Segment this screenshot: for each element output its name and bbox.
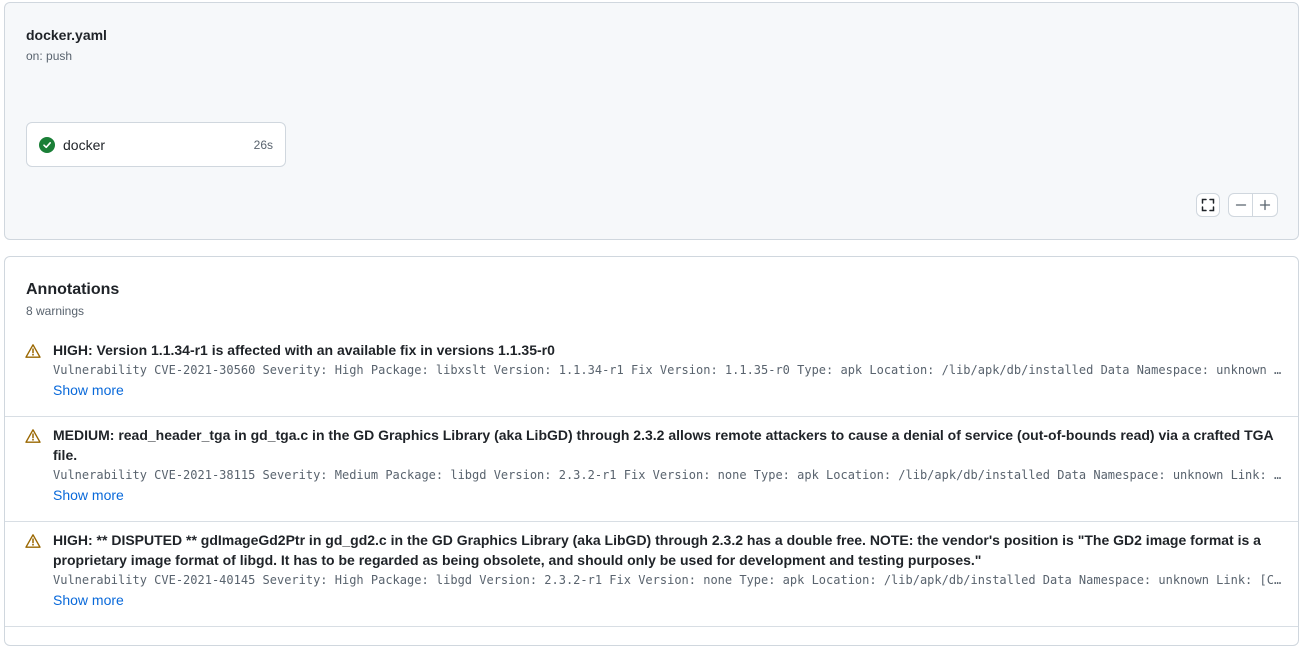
annotation-message: HIGH: ** DISPUTED ** gdImageGd2Ptr in gd… <box>53 532 1261 568</box>
annotation-detail: Vulnerability CVE-2021-40145 Severity: H… <box>53 573 1283 587</box>
show-more-link[interactable]: Show more <box>53 590 124 610</box>
job-card-docker[interactable]: docker 26s <box>26 122 286 167</box>
minus-icon <box>1235 204 1246 206</box>
workflow-graph-panel: docker.yaml on: push docker 26s <box>4 2 1299 240</box>
annotations-count: 8 warnings <box>26 304 85 318</box>
plus-icon <box>1259 199 1271 211</box>
annotation-detail: Vulnerability CVE-2021-30560 Severity: H… <box>53 363 1283 377</box>
annotations-header: Annotations 8 warnings <box>26 281 119 318</box>
show-more-link[interactable]: Show more <box>53 380 124 400</box>
annotation-message: HIGH: Version 1.1.34-r1 is affected with… <box>53 342 555 358</box>
show-more-link[interactable]: Show more <box>53 485 124 505</box>
annotation-item: MEDIUM: read_header_tga in gd_tga.c in t… <box>5 416 1298 521</box>
annotation-message: MEDIUM: read_header_tga in gd_tga.c in t… <box>53 427 1274 463</box>
alert-triangle-icon <box>25 534 41 548</box>
alert-triangle-icon <box>25 344 41 358</box>
workflow-trigger: on: push <box>26 49 73 63</box>
alert-triangle-icon <box>25 429 41 443</box>
zoom-out-button[interactable] <box>1228 193 1253 217</box>
annotation-item: HIGH: Version 1.1.34-r1 is affected with… <box>5 332 1298 417</box>
workflow-file-name[interactable]: docker.yaml <box>26 27 107 43</box>
annotations-panel: Annotations 8 warnings HIGH: Version 1.1… <box>4 256 1299 646</box>
job-duration: 26s <box>253 137 273 152</box>
fullscreen-icon <box>1201 198 1215 212</box>
annotation-detail: Vulnerability CVE-2021-38115 Severity: M… <box>53 468 1283 482</box>
annotations-title: Annotations <box>26 281 120 298</box>
graph-zoom-controls <box>1196 193 1278 217</box>
check-circle-icon <box>39 136 55 153</box>
annotation-item: HIGH: ** DISPUTED ** gdImageGd2Ptr in gd… <box>5 521 1298 631</box>
annotation-divider <box>5 626 1298 627</box>
fullscreen-button[interactable] <box>1196 193 1220 217</box>
job-name: docker <box>63 136 106 153</box>
zoom-in-button[interactable] <box>1253 193 1278 217</box>
